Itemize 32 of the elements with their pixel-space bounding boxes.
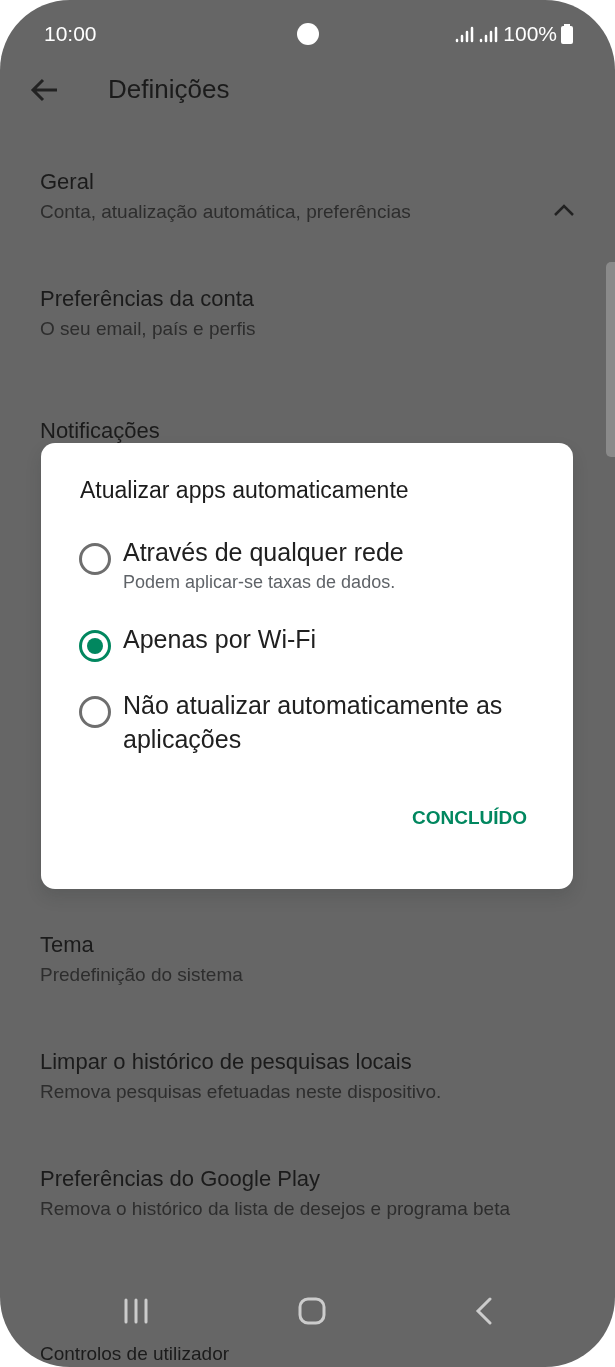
camera-dot xyxy=(297,23,319,45)
setting-title: Geral xyxy=(40,167,95,196)
option-label[interactable]: Apenas por Wi-Fi xyxy=(123,621,317,656)
setting-title: Preferências do Google Play xyxy=(40,1164,322,1193)
setting-subtitle: Conta, atualização automática, preferências xyxy=(40,199,411,224)
page-title: Definições xyxy=(108,74,230,106)
battery-icon xyxy=(561,23,573,44)
clock: 10:00 xyxy=(44,20,97,47)
radio-button[interactable] xyxy=(79,542,111,575)
option-label[interactable]: Através de qualquer rede xyxy=(123,534,404,569)
setting-title: Limpar o histórico de pesquisas locais xyxy=(40,1047,413,1076)
scrollbar[interactable] xyxy=(606,262,615,457)
setting-subtitle: O seu email, país e perfis xyxy=(40,316,256,341)
chevron-up-icon[interactable] xyxy=(553,202,575,217)
dialog-title: Atualizar apps automaticamente xyxy=(80,477,410,505)
option-hint: Podem aplicar-se taxas de dados. xyxy=(123,570,397,594)
battery-level: 100% xyxy=(503,20,557,47)
option-label[interactable]: Não atualizar automaticamente as aplicações xyxy=(123,687,535,756)
signal-icon xyxy=(455,24,500,43)
setting-title: Notificações xyxy=(40,416,160,445)
done-button[interactable]: CONCLUÍDO xyxy=(403,795,535,841)
setting-title: Tema xyxy=(40,930,95,959)
setting-subtitle: Remova o histórico da lista de desejos e programa beta xyxy=(40,1196,510,1221)
back-arrow-icon[interactable] xyxy=(30,78,58,102)
setting-subtitle: Predefinição do sistema xyxy=(40,962,243,987)
recent-apps-icon[interactable] xyxy=(122,1297,151,1325)
home-icon[interactable] xyxy=(298,1297,327,1325)
back-icon[interactable] xyxy=(474,1297,493,1325)
setting-title: Preferências da conta xyxy=(40,284,256,313)
radio-button[interactable] xyxy=(79,695,111,728)
setting-subtitle: Remova pesquisas efetuadas neste dispositivo. xyxy=(40,1079,442,1104)
radio-button[interactable] xyxy=(79,629,111,662)
